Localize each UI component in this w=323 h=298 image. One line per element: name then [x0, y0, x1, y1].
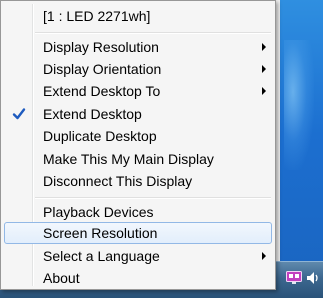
desktop-glow	[284, 40, 314, 170]
menu-separator	[35, 197, 271, 199]
menu-item-extend-desktop-to[interactable]: Extend Desktop To	[4, 80, 272, 102]
menu-item-label: Select a Language	[43, 248, 160, 264]
menu-item-duplicate-desktop[interactable]: Duplicate Desktop	[4, 125, 272, 147]
menu-item-label: Display Orientation	[43, 61, 162, 77]
submenu-arrow-icon	[262, 87, 266, 95]
menu-header-display-name: [1 : LED 2271wh]	[4, 5, 272, 27]
menu-item-display-resolution[interactable]: Display Resolution	[4, 36, 272, 58]
menu-item-label: Disconnect This Display	[43, 173, 193, 189]
context-menu: [1 : LED 2271wh] Display Resolution Disp…	[0, 0, 276, 290]
display-tray-icon[interactable]	[285, 270, 303, 286]
menu-item-display-orientation[interactable]: Display Orientation	[4, 58, 272, 80]
menu-item-label: About	[43, 270, 80, 286]
menu-item-label: Extend Desktop To	[43, 83, 161, 99]
menu-header-label: [1 : LED 2271wh]	[43, 8, 151, 24]
menu-item-extend-desktop[interactable]: Extend Desktop	[4, 103, 272, 125]
menu-item-about[interactable]: About	[4, 267, 272, 289]
menu-item-label: Display Resolution	[43, 39, 159, 55]
menu-separator	[35, 32, 271, 34]
menu-item-make-main-display[interactable]: Make This My Main Display	[4, 148, 272, 170]
menu-item-label: Duplicate Desktop	[43, 128, 157, 144]
menu-item-select-language[interactable]: Select a Language	[4, 245, 272, 267]
submenu-arrow-icon	[262, 65, 266, 73]
volume-icon[interactable]	[304, 270, 322, 286]
menu-item-label: Extend Desktop	[43, 106, 142, 122]
checkmark-icon	[10, 105, 28, 123]
submenu-arrow-icon	[262, 43, 266, 51]
submenu-arrow-icon	[262, 252, 266, 260]
menu-item-playback-devices[interactable]: Playback Devices	[4, 201, 272, 223]
menu-item-disconnect-display[interactable]: Disconnect This Display	[4, 170, 272, 192]
menu-item-label: Playback Devices	[43, 204, 154, 220]
screen: [1 : LED 2271wh] Display Resolution Disp…	[0, 0, 323, 298]
menu-item-label: Screen Resolution	[43, 225, 158, 241]
menu-item-label: Make This My Main Display	[43, 151, 214, 167]
menu-item-screen-resolution[interactable]: Screen Resolution	[4, 222, 272, 244]
